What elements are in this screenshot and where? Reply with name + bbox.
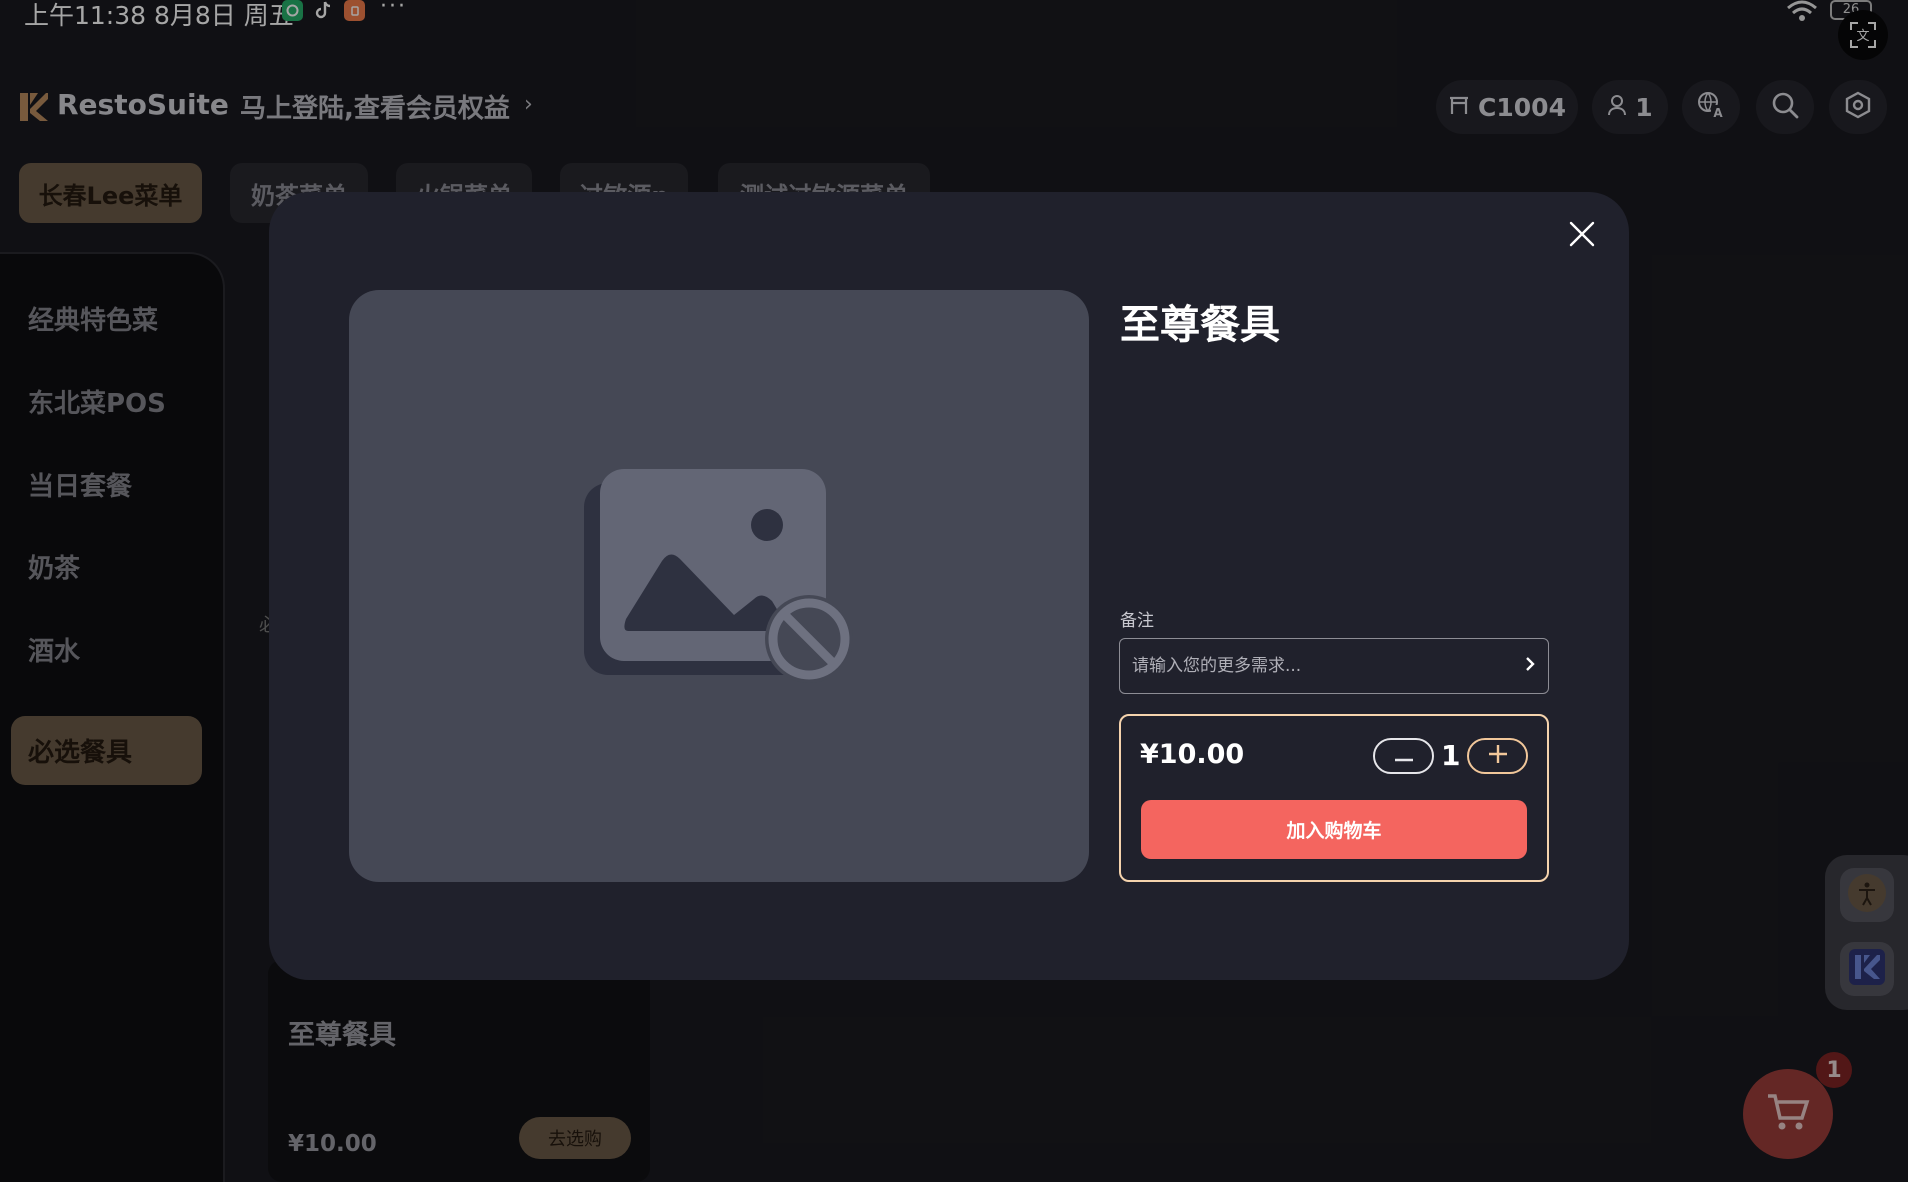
close-button[interactable] bbox=[1562, 216, 1602, 256]
modal-price: ¥10.00 bbox=[1140, 739, 1245, 770]
quantity-decrease-button[interactable] bbox=[1373, 738, 1434, 774]
image-unavailable-icon bbox=[584, 469, 854, 703]
note-label: 备注 bbox=[1120, 611, 1154, 631]
note-input[interactable] bbox=[1132, 656, 1524, 676]
note-field[interactable] bbox=[1119, 638, 1549, 694]
quantity-value: 1 bbox=[1441, 739, 1461, 772]
product-image-placeholder bbox=[349, 290, 1089, 882]
minus-icon bbox=[1394, 747, 1414, 766]
add-to-cart-button[interactable]: 加入购物车 bbox=[1141, 800, 1527, 859]
modal-product-title: 至尊餐具 bbox=[1120, 302, 1280, 348]
quantity-increase-button[interactable] bbox=[1467, 738, 1528, 774]
plus-icon bbox=[1488, 744, 1508, 768]
close-icon bbox=[1569, 221, 1595, 251]
chevron-right-icon bbox=[1524, 656, 1536, 676]
